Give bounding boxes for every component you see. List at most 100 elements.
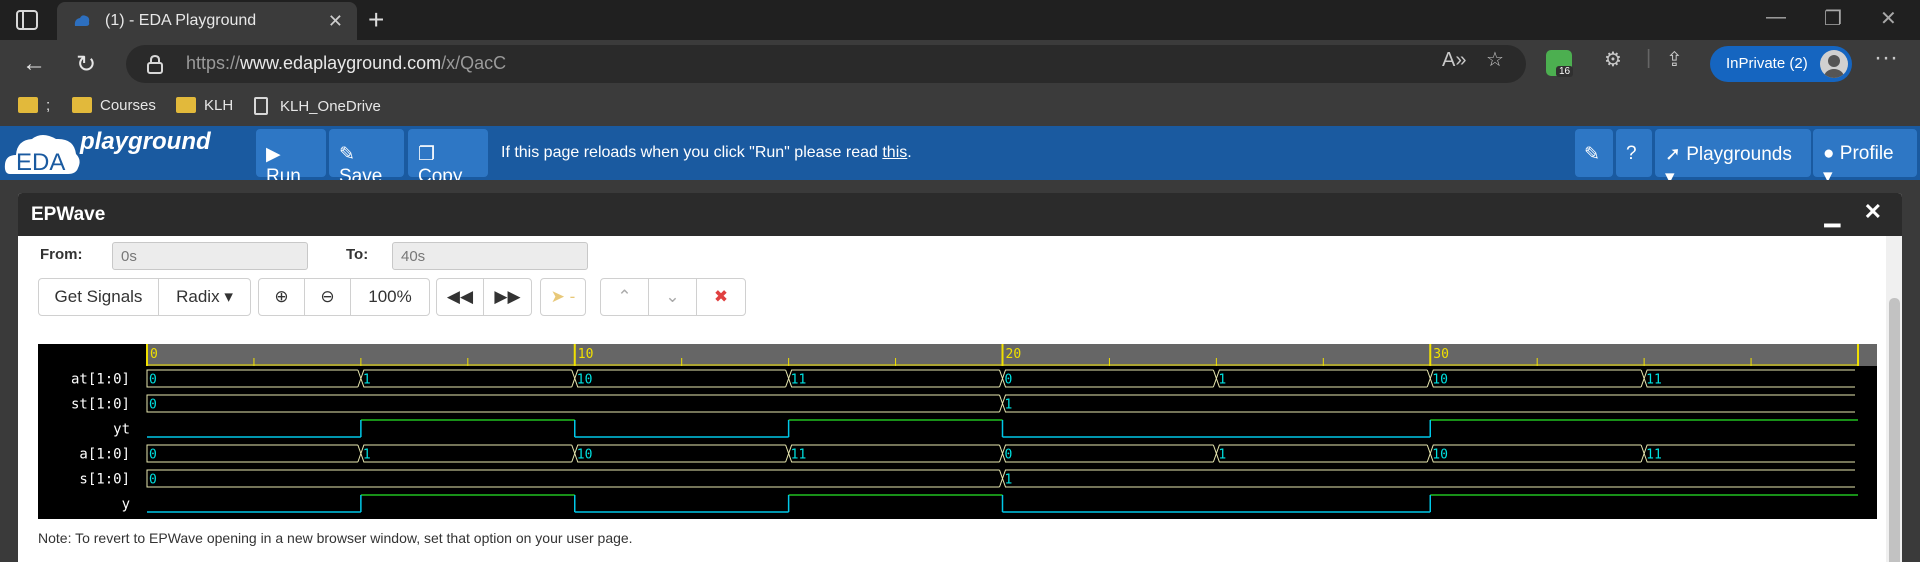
new-tab-icon[interactable]: + — [368, 4, 384, 36]
favorite-link-klh-onedrive[interactable]: KLH_OneDrive — [254, 97, 381, 115]
bus-value: 0 — [1005, 448, 1013, 463]
signal-name-a10[interactable]: a[1:0] — [79, 447, 130, 463]
ruler-time-label: 0 — [150, 347, 158, 362]
save-button[interactable]: ✎ Save — [329, 129, 404, 187]
signal-name-y[interactable]: y — [122, 497, 130, 513]
inprivate-label: InPrivate (2) — [1726, 55, 1808, 72]
bus-value: 1 — [1005, 473, 1013, 488]
bus-value: 11 — [1646, 373, 1662, 388]
rewind-icon[interactable]: ◀◀ — [437, 279, 484, 315]
signals-button-group: Get Signals Radix ▾ — [38, 278, 251, 316]
pencil-icon: ✎ — [339, 144, 355, 165]
share-icon[interactable]: ⇪ — [1666, 47, 1683, 72]
signal-name-st10[interactable]: st[1:0] — [71, 397, 130, 413]
folder-icon — [18, 97, 38, 113]
copy-button[interactable]: ❐ Copy — [408, 129, 488, 187]
get-signals-button[interactable]: Get Signals — [39, 279, 159, 315]
close-window-icon[interactable]: ✕ — [1880, 6, 1897, 31]
help-button[interactable]: ? — [1616, 129, 1652, 177]
reload-notice-link[interactable]: this — [882, 144, 907, 161]
logo-playground-text: playground — [80, 128, 211, 155]
bus-value: 1 — [363, 373, 371, 388]
bus-value: 10 — [1432, 373, 1448, 388]
signal-name-s10[interactable]: s[1:0] — [79, 472, 130, 488]
move-up-icon[interactable]: ⌃ — [601, 279, 649, 315]
inprivate-button[interactable]: InPrivate (2) — [1710, 46, 1852, 82]
logo-eda-text: EDA — [16, 149, 65, 176]
bus-value: 1 — [1218, 448, 1226, 463]
bus-value: 11 — [1646, 448, 1662, 463]
to-label: To: — [346, 246, 369, 263]
run-icon: ▶ — [266, 144, 281, 165]
delete-signal-icon[interactable]: ✖ — [697, 279, 745, 315]
user-icon: ● — [1823, 143, 1835, 164]
zoom-out-icon[interactable]: ⊖ — [305, 279, 351, 315]
from-field[interactable]: 0s — [112, 242, 308, 270]
extension-badge: 16 — [1556, 66, 1574, 77]
favorite-folder-courses[interactable]: Courses — [72, 97, 156, 114]
tab-actions-icon[interactable] — [14, 8, 40, 32]
bus-value: 11 — [791, 448, 807, 463]
move-down-icon[interactable]: ⌄ — [649, 279, 697, 315]
lock-icon[interactable] — [144, 53, 166, 75]
folder-icon — [72, 97, 92, 113]
epwave-modal: EPWave ▁ ✕ From: 0s To: 40s Get Signals … — [18, 193, 1902, 562]
minimize-modal-icon[interactable]: ▁ — [1825, 203, 1840, 228]
help-icon: ? — [1626, 143, 1637, 164]
scrollbar-thumb[interactable] — [1889, 298, 1900, 562]
modal-title: EPWave — [31, 204, 106, 225]
vertical-scrollbar[interactable] — [1886, 236, 1902, 562]
cursor-button[interactable]: ➤ - — [540, 278, 586, 316]
tab-title: (1) - EDA Playground — [105, 12, 257, 29]
address-bar[interactable]: https://www.edaplayground.com/x/QacC — [126, 45, 1526, 83]
browser-tab-strip: (1) - EDA Playground ✕ + — ❐ ✕ — [0, 0, 1920, 40]
cursor-icon: ➤ — [550, 287, 565, 306]
rocket-icon: ➚ — [1665, 144, 1681, 165]
extensions-icon[interactable]: ⚙ — [1604, 47, 1622, 72]
signal-name-yt[interactable]: yt — [113, 422, 130, 438]
minimize-window-icon[interactable]: — — [1766, 6, 1786, 29]
add-favorite-icon[interactable]: ☆ — [1486, 47, 1504, 72]
bus-value: 0 — [149, 373, 157, 388]
url-text[interactable]: https://www.edaplayground.com/x/QacC — [186, 53, 506, 74]
eda-logo[interactable]: EDA — [4, 130, 82, 178]
from-label: From: — [40, 246, 83, 263]
zoom-level[interactable]: 100% — [351, 279, 429, 315]
cursor-value: - — [569, 287, 576, 306]
tab-close-icon[interactable]: ✕ — [328, 11, 343, 32]
close-modal-icon[interactable]: ✕ — [1864, 199, 1882, 225]
edit-icon: ✎ — [1584, 144, 1600, 165]
page-icon — [254, 97, 268, 115]
restore-window-icon[interactable]: ❐ — [1824, 6, 1842, 31]
run-button[interactable]: ▶ Run — [256, 129, 326, 187]
bus-value: 1 — [1218, 373, 1226, 388]
waveform-viewer[interactable]: 0 10 20 30at[1:0] 0 1 10 11 0 1 10 11st[1:0] 0 1yta[1… — [38, 344, 1877, 519]
bus-value: 11 — [791, 373, 807, 388]
revert-note: Note: To revert to EPWave opening in a n… — [38, 530, 633, 546]
browser-tab[interactable]: (1) - EDA Playground ✕ — [57, 2, 357, 40]
radix-dropdown[interactable]: Radix ▾ — [159, 279, 250, 315]
modal-titlebar: EPWave ▁ ✕ — [18, 193, 1902, 236]
back-icon[interactable]: ← — [22, 50, 46, 78]
read-aloud-icon[interactable]: A» — [1442, 49, 1466, 72]
app-header: EDA playground ▶ Run ✎ Save ❐ Copy If th… — [0, 126, 1920, 188]
caret-down-icon: ▾ — [224, 287, 233, 306]
playgrounds-menu[interactable]: ➚ Playgrounds ▾ — [1655, 129, 1811, 188]
more-menu-icon[interactable]: ··· — [1874, 44, 1898, 72]
fast-forward-icon[interactable]: ▶▶ — [484, 279, 531, 315]
toolbar-divider: | — [1646, 47, 1652, 69]
bus-value: 10 — [1432, 448, 1448, 463]
favorites-bar: ; Courses KLH KLH_OneDrive — [0, 88, 1920, 126]
signal-name-at10[interactable]: at[1:0] — [71, 372, 130, 388]
bus-value: 0 — [149, 448, 157, 463]
ruler-time-label: 30 — [1433, 347, 1449, 362]
edit-profile-button[interactable]: ✎ — [1575, 129, 1613, 177]
favorite-folder-klh[interactable]: KLH — [176, 97, 233, 114]
refresh-icon[interactable]: ↻ — [76, 50, 96, 79]
favorite-folder-semicolon[interactable]: ; — [18, 97, 50, 114]
modal-body: From: 0s To: 40s Get Signals Radix ▾ ⊕ ⊖… — [18, 236, 1902, 562]
to-field[interactable]: 40s — [392, 242, 588, 270]
zoom-in-icon[interactable]: ⊕ — [259, 279, 305, 315]
bus-value: 10 — [577, 373, 593, 388]
profile-menu[interactable]: ● Profile ▾ — [1813, 129, 1917, 187]
